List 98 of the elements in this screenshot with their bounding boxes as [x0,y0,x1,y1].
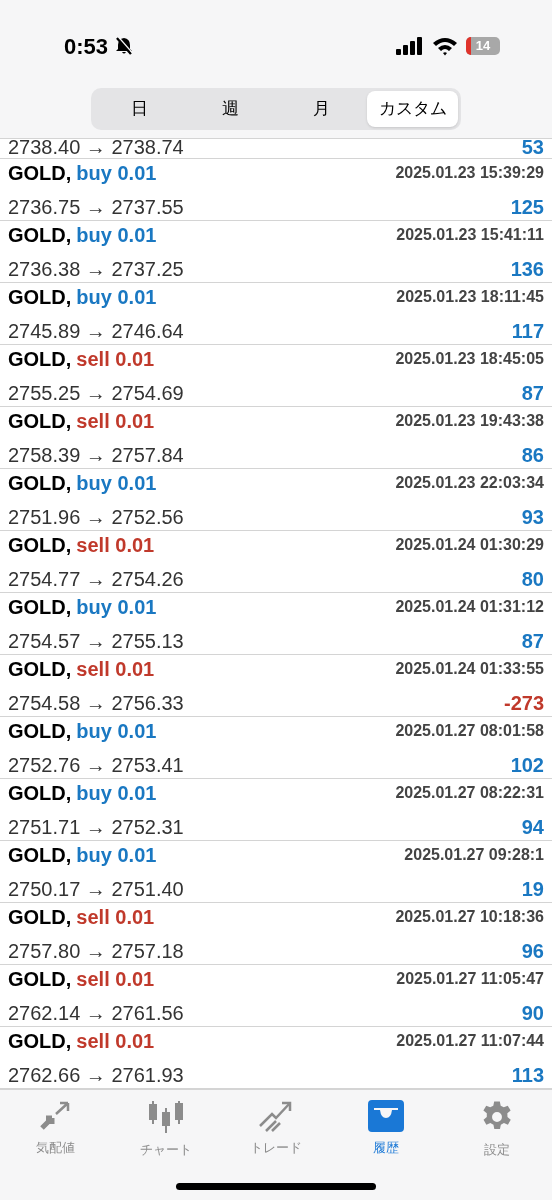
trade-time: 2025.01.23 15:41:11 [396,224,544,245]
trade-symbol: GOLD, [8,718,72,744]
segment-tab[interactable]: 日 [94,91,185,127]
trade-symbol: GOLD, [8,346,72,372]
trade-time: 2025.01.23 22:03:34 [395,472,544,493]
trade-time: 2025.01.23 19:43:38 [395,410,544,431]
trade-profit: 86 [521,442,544,468]
trade-row[interactable]: GOLD, sell 0.01 2025.01.24 01:33:55 2754.58 → 2756.33 -273 [0,655,552,717]
trade-symbol: GOLD, [8,594,72,620]
trade-time: 2025.01.23 15:39:29 [395,162,544,183]
trade-profit: 53 [521,139,544,158]
trade-time: 2025.01.27 11:07:44 [396,1030,544,1051]
bell-slash-icon [114,36,135,56]
segment-tab[interactable]: カスタム [367,91,458,127]
trade-profit: 87 [521,628,544,654]
trade-prices: 2754.77 → 2754.26 [8,566,184,592]
trade-order: buy 0.01 [76,594,157,620]
trade-prices: 2738.40 → 2738.74 [8,139,184,158]
candlestick-icon [147,1100,184,1134]
trade-profit: 117 [511,318,544,344]
trade-profit: 93 [521,504,544,530]
trade-time: 2025.01.27 09:28:1 [404,844,544,865]
trade-symbol: GOLD, [8,470,72,496]
tab-bar-item[interactable]: 履歴 [331,1100,442,1160]
trade-prices: 2762.14 → 2761.56 [8,1000,184,1026]
trade-prices: 2736.38 → 2737.25 [8,256,184,282]
trade-row[interactable]: GOLD, sell 0.01 2025.01.27 11:05:47 2762.14 → 2761.56 90 [0,965,552,1027]
trade-prices: 2754.58 → 2756.33 [8,690,184,716]
trade-prices: 2751.96 → 2752.56 [8,504,184,530]
trade-time: 2025.01.27 08:22:31 [395,782,544,803]
trade-time: 2025.01.24 01:31:12 [395,596,544,617]
trade-order: sell 0.01 [76,966,155,992]
trade-order: sell 0.01 [76,346,155,372]
trade-prices: 2752.76 → 2753.41 [8,752,184,778]
trade-row[interactable]: GOLD, buy 0.01 2025.01.24 01:31:12 2754.57 → 2755.13 87 [0,593,552,655]
trade-order: sell 0.01 [76,532,155,558]
trade-order: sell 0.01 [76,1028,155,1054]
trade-symbol: GOLD, [8,160,72,186]
segment-tab[interactable]: 週 [185,91,276,127]
trade-prices: 2751.71 → 2752.31 [8,814,184,840]
trade-profit: 96 [521,938,544,964]
trade-profit: 80 [521,566,544,592]
trend-arrow-icon [258,1100,294,1132]
trade-time: 2025.01.27 11:05:47 [396,968,544,989]
status-time: 0:53 [64,32,109,61]
trade-profit: 136 [510,256,544,282]
wifi-icon [432,36,458,56]
trade-profit: 102 [510,752,544,778]
trade-symbol: GOLD, [8,1028,72,1054]
trade-symbol: GOLD, [8,284,72,310]
battery-indicator: 14 [466,37,500,55]
trade-prices: 2758.39 → 2757.84 [8,442,184,468]
trade-row[interactable]: GOLD, buy 0.01 2025.01.27 09:28:1 2750.17 → 2751.40 19 [0,841,552,903]
trade-symbol: GOLD, [8,966,72,992]
trade-profit: -273 [503,690,544,716]
inbox-icon [368,1100,405,1132]
trade-row[interactable]: GOLD, sell 0.01 2025.01.27 10:18:36 2757.80 → 2757.18 96 [0,903,552,965]
trade-profit: 113 [511,1062,544,1088]
trade-order: buy 0.01 [76,284,157,310]
trade-order: buy 0.01 [76,470,157,496]
trade-order: buy 0.01 [76,842,157,868]
trade-time: 2025.01.27 10:18:36 [395,906,544,927]
trade-symbol: GOLD, [8,532,72,558]
trade-time: 2025.01.23 18:45:05 [395,348,544,369]
trade-time: 2025.01.24 01:33:55 [395,658,544,679]
trade-row[interactable]: GOLD, buy 0.01 2025.01.23 18:11:45 2745.89 → 2746.64 117 [0,283,552,345]
trade-order: buy 0.01 [76,160,157,186]
trade-order: sell 0.01 [76,904,155,930]
trade-time: 2025.01.27 08:01:58 [395,720,544,741]
trade-symbol: GOLD, [8,408,72,434]
signal-icon [396,37,424,55]
trade-prices: 2755.25 → 2754.69 [8,380,184,406]
trade-prices: 2757.80 → 2757.18 [8,938,184,964]
trade-prices: 2762.66 → 2761.93 [8,1062,184,1088]
trade-profit: 19 [521,876,544,902]
segment-tab[interactable]: 月 [276,91,367,127]
trade-prices: 2745.89 → 2746.64 [8,318,184,344]
trade-row[interactable]: GOLD, sell 0.01 2025.01.23 18:45:05 2755.25 → 2754.69 87 [0,345,552,407]
trade-symbol: GOLD, [8,904,72,930]
trade-time: 2025.01.23 18:11:45 [396,286,544,307]
trade-order: sell 0.01 [76,656,155,682]
trade-symbol: GOLD, [8,222,72,248]
trade-row[interactable]: GOLD, buy 0.01 2025.01.23 22:03:34 2751.96 → 2752.56 93 [0,469,552,531]
trade-order: buy 0.01 [76,718,157,744]
trade-profit: 90 [521,1000,544,1026]
trade-order: buy 0.01 [76,780,157,806]
trade-profit: 125 [510,194,544,220]
trade-order: sell 0.01 [76,408,155,434]
trade-time: 2025.01.24 01:30:29 [395,534,544,555]
trade-profit: 87 [521,380,544,406]
trade-symbol: GOLD, [8,842,72,868]
trade-prices: 2754.57 → 2755.13 [8,628,184,654]
trade-profit: 94 [521,814,544,840]
trade-symbol: GOLD, [8,780,72,806]
trade-symbol: GOLD, [8,656,72,682]
trade-prices: 2736.75 → 2737.55 [8,194,184,220]
trade-order: buy 0.01 [76,222,157,248]
trade-prices: 2750.17 → 2751.40 [8,876,184,902]
